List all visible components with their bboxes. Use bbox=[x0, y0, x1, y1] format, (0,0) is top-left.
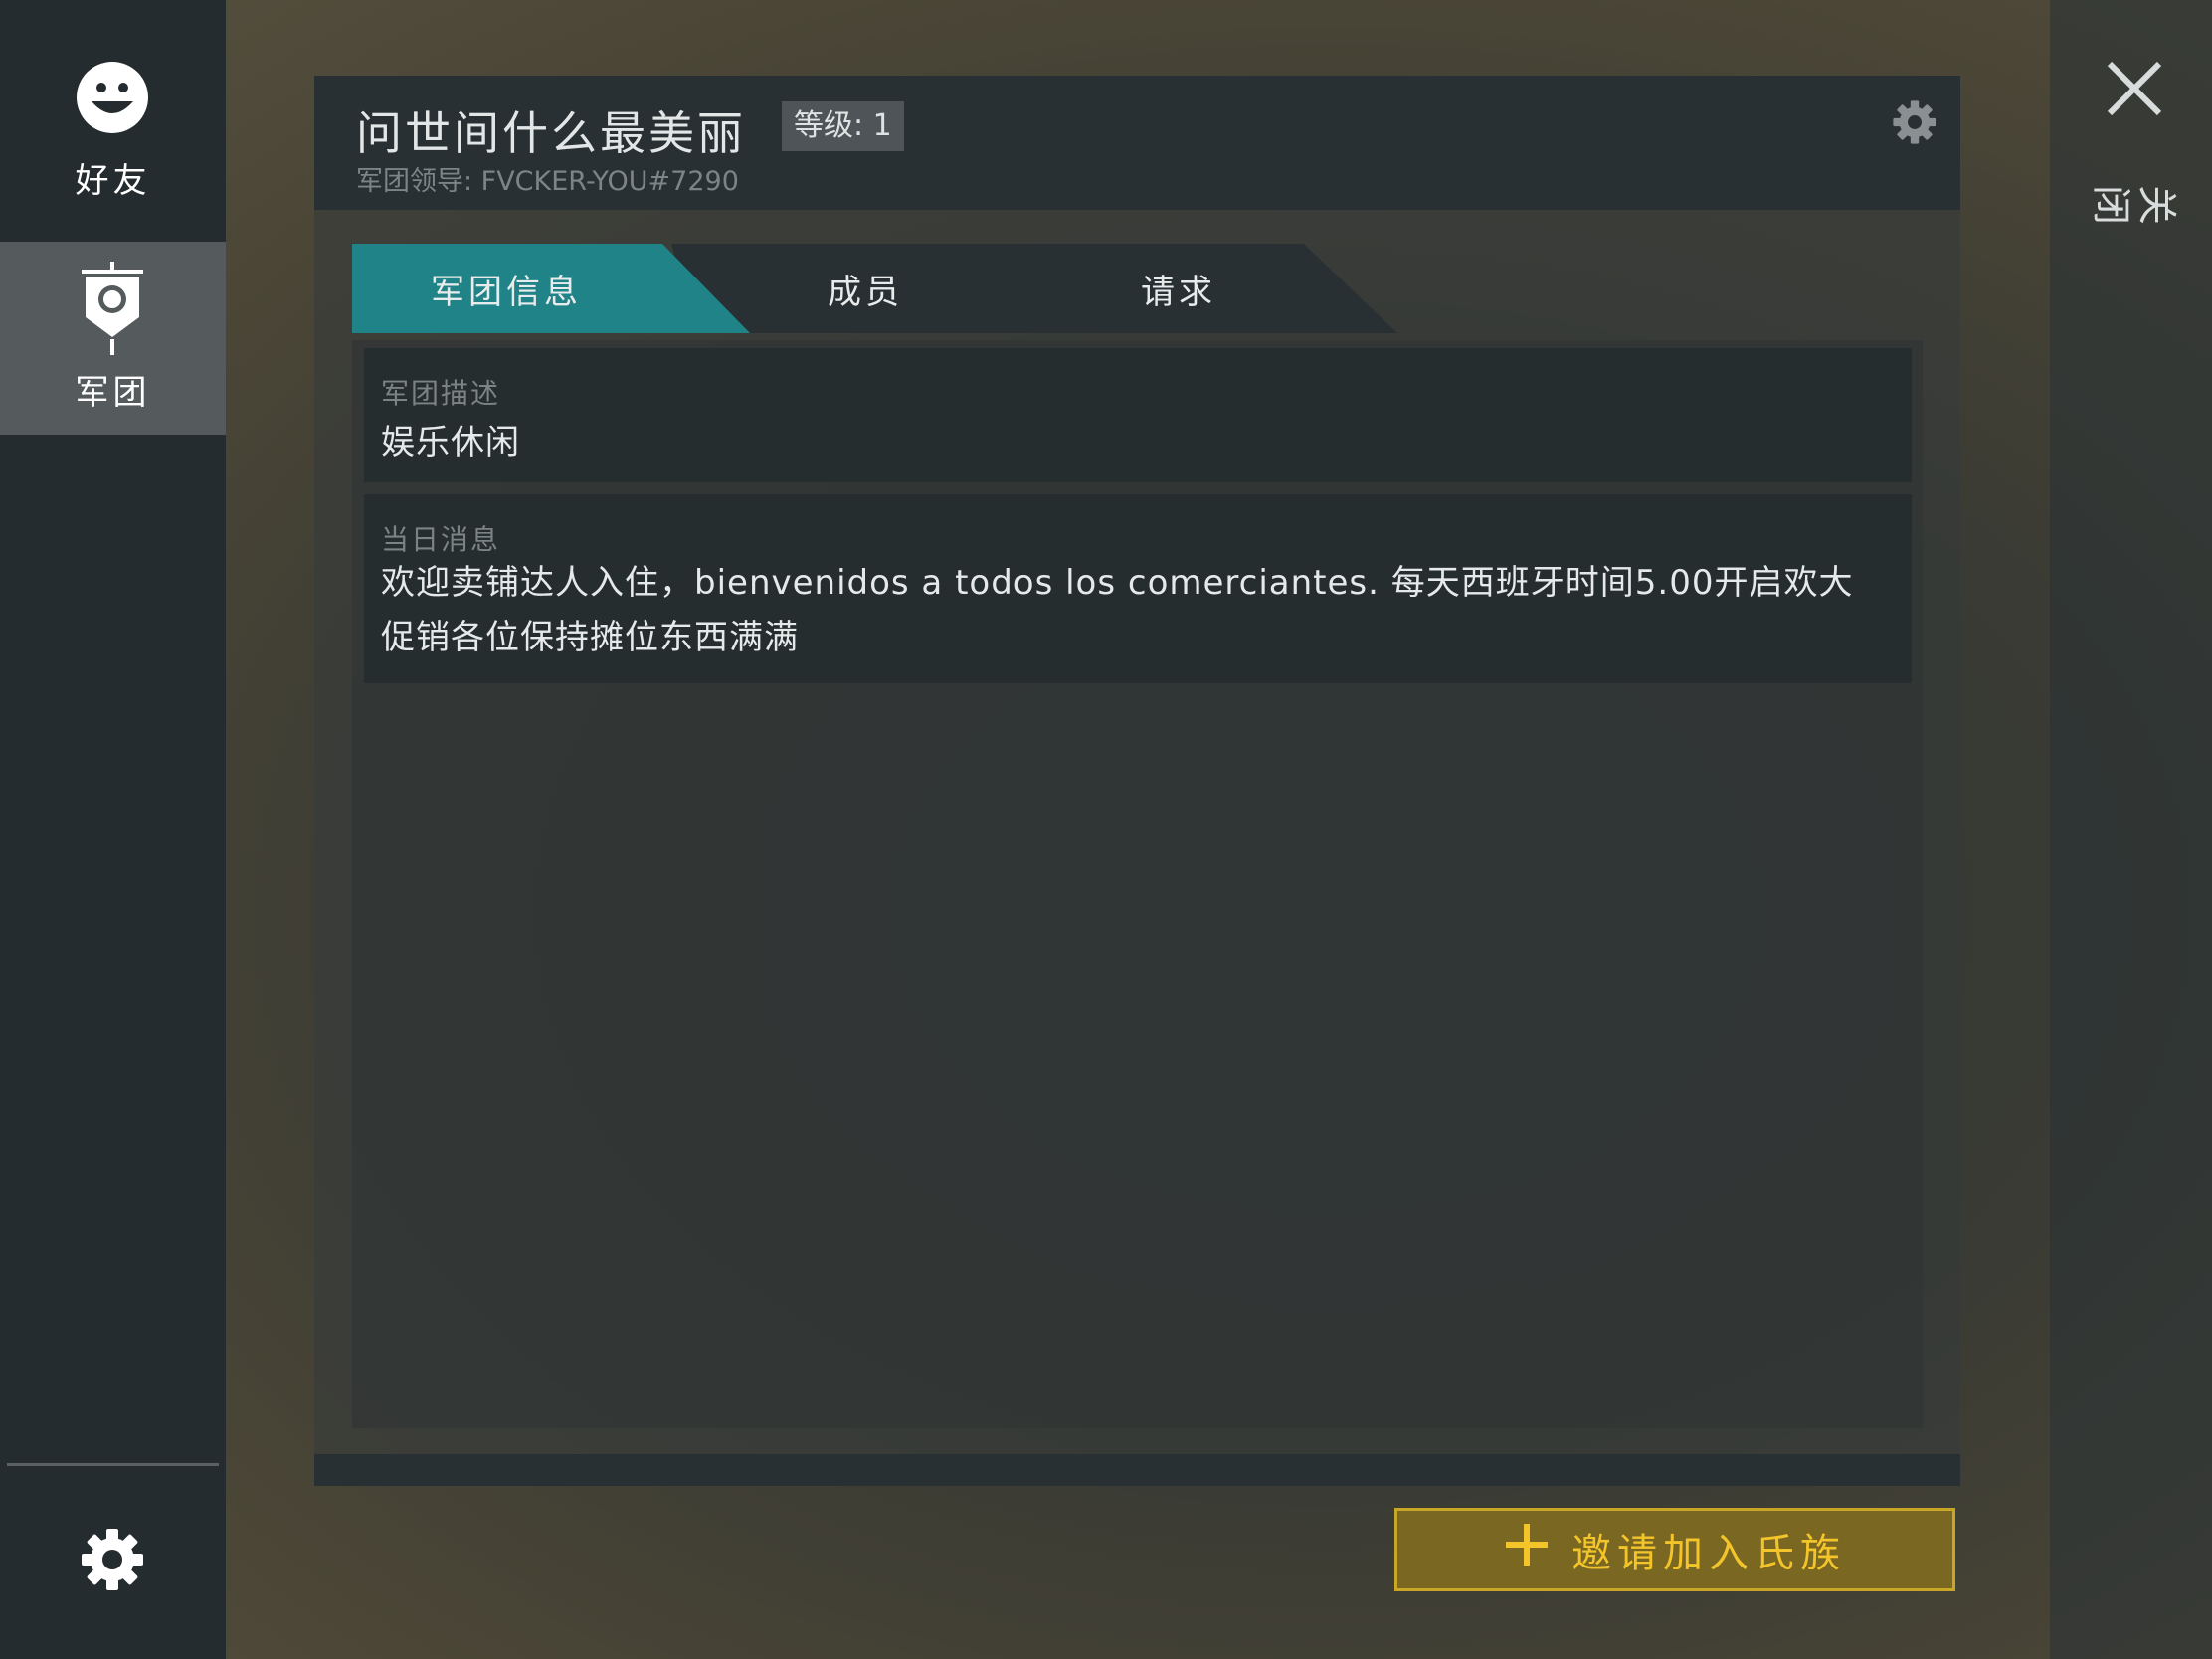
level-badge: 等级: 1 bbox=[782, 101, 904, 151]
close-label[interactable]: 关闭 bbox=[2088, 180, 2179, 230]
sidebar-item-label: 军团 bbox=[75, 373, 151, 413]
motd-label: 当日消息 bbox=[381, 523, 501, 556]
tab-label: 军团信息 bbox=[431, 272, 582, 312]
sidebar-item-friends[interactable]: 好友 bbox=[0, 0, 226, 242]
panel-footer bbox=[314, 1454, 1960, 1486]
legion-header: 问世间什么最美丽 等级: 1 军团领导: FVCKER-YOU#7290 bbox=[314, 76, 1960, 210]
motd-text: 欢迎卖铺达人入住，bienvenidos a todos los comerci… bbox=[381, 563, 1854, 657]
sidebar-divider bbox=[7, 1463, 219, 1466]
invite-button-label: 邀请加入氏族 bbox=[1571, 1531, 1846, 1576]
sidebar-item-legion[interactable]: 军团 bbox=[0, 242, 226, 435]
gear-icon[interactable] bbox=[80, 1527, 145, 1596]
plus-icon bbox=[1504, 1522, 1550, 1577]
invite-to-clan-button[interactable]: 邀请加入氏族 bbox=[1394, 1508, 1955, 1591]
tab-label: 请求 bbox=[1141, 272, 1216, 312]
gear-icon[interactable] bbox=[1892, 99, 1937, 149]
tab-label: 成员 bbox=[828, 272, 903, 312]
legion-leader: 军团领导: FVCKER-YOU#7290 bbox=[356, 166, 739, 197]
close-strip bbox=[2050, 0, 2212, 1659]
sidebar-item-label: 好友 bbox=[75, 161, 151, 201]
sidebar: 好友 军团 bbox=[0, 0, 226, 1659]
description-text: 娱乐休闲 bbox=[381, 423, 520, 462]
description-label: 军团描述 bbox=[381, 377, 501, 410]
legion-banner-icon bbox=[80, 262, 145, 361]
message-of-the-day-card: 当日消息 欢迎卖铺达人入住，bienvenidos a todos los co… bbox=[364, 494, 1912, 683]
close-icon[interactable] bbox=[2106, 60, 2163, 121]
legion-name: 问世间什么最美丽 bbox=[356, 106, 746, 160]
legion-description-card: 军团描述 娱乐休闲 bbox=[364, 348, 1912, 482]
smiley-face-icon bbox=[75, 60, 150, 139]
